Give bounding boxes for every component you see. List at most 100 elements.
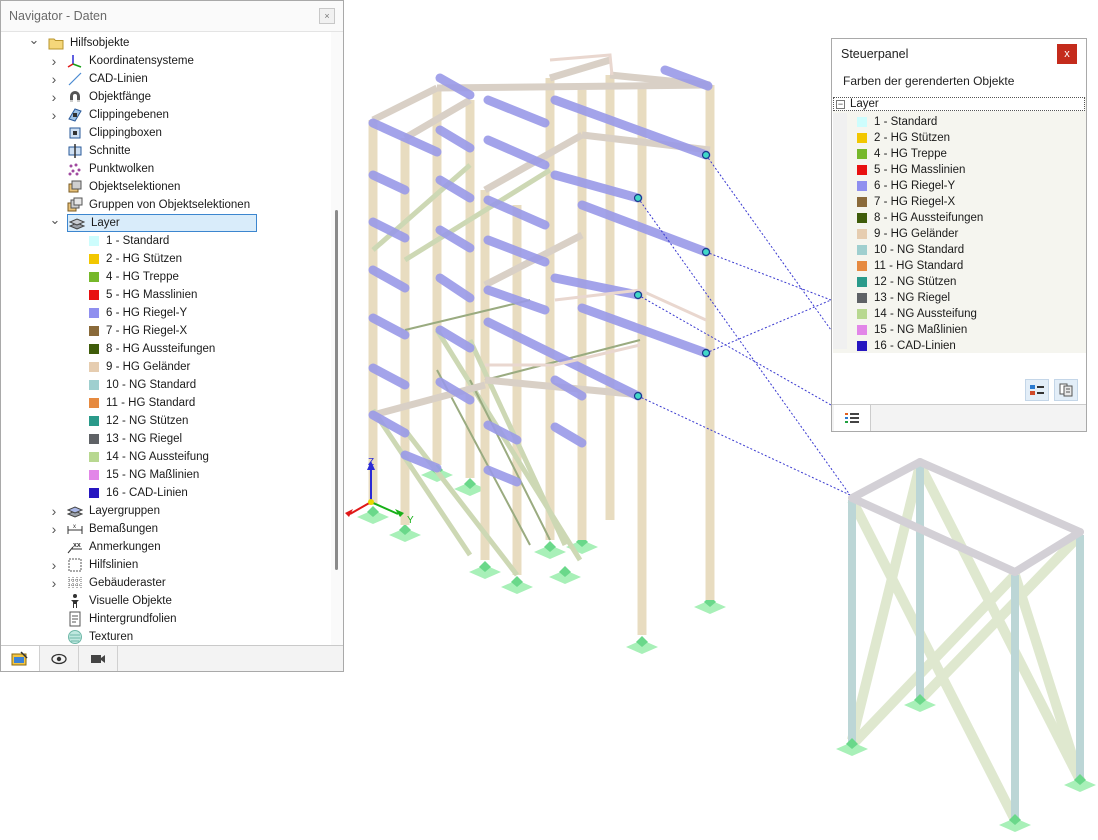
tab-legend[interactable] (834, 405, 871, 431)
legend-row: 12 - NG Stützen (857, 274, 956, 290)
dimension-icon: x (67, 521, 83, 537)
tree-item-layer-3[interactable]: 4 - HG Treppe (89, 268, 179, 286)
layer-color-swatch (89, 236, 99, 246)
tree-item-clipping-plane[interactable]: › Clippingebenen (52, 106, 169, 124)
layer-group-header[interactable]: − Layer (833, 97, 1085, 111)
tree-item-label: 16 - CAD-Linien (106, 487, 188, 499)
tree-item-building-grid[interactable]: › Gebäuderaster (52, 574, 166, 592)
point-cloud-icon (67, 161, 83, 177)
axis-z-label: Z (368, 457, 374, 468)
layer-color-swatch (89, 362, 99, 372)
legend-row: 15 - NG Maßlinien (857, 322, 967, 338)
tree-item-clipping-box[interactable]: Clippingboxen (67, 124, 162, 142)
tree-item-layer-11[interactable]: 12 - NG Stützen (89, 412, 188, 430)
layer-color-swatch (89, 488, 99, 498)
legend-row: 13 - NG Riegel (857, 290, 950, 306)
tree-item-layer-10[interactable]: 11 - HG Standard (89, 394, 195, 412)
control-panel-tab-bar (832, 404, 1086, 431)
tree-item-texture[interactable]: Texturen (67, 628, 133, 646)
chevron-right-icon[interactable]: › (48, 88, 60, 106)
tree-item-hilfsobjekte[interactable]: ⌄ Hilfsobjekte (29, 32, 129, 52)
cad-line-icon (67, 71, 83, 87)
collapse-icon[interactable]: − (836, 99, 845, 109)
tab-data[interactable] (1, 646, 40, 671)
legend-label: 16 - CAD-Linien (874, 340, 956, 352)
visual-object-icon (67, 593, 83, 609)
tree-item-object-selection[interactable]: Objektselektionen (67, 178, 180, 196)
chevron-right-icon[interactable]: › (48, 52, 60, 70)
navigator-close-button[interactable]: × (319, 8, 335, 24)
layer-color-swatch (89, 344, 99, 354)
tree-item-layer-9[interactable]: 10 - NG Standard (89, 376, 196, 394)
navigator-scrollbar[interactable] (331, 32, 343, 647)
tree-item-cad-line[interactable]: › CAD-Linien (52, 70, 148, 88)
eye-icon (51, 653, 67, 664)
tree-item-label: Anmerkungen (89, 541, 161, 553)
legend-label: 2 - HG Stützen (874, 132, 951, 144)
tree-item-layer-15[interactable]: 16 - CAD-Linien (89, 484, 188, 502)
tree-item-section[interactable]: Schnitte (67, 142, 131, 160)
tree-item-label: Objektfänge (89, 91, 152, 103)
data-tab-icon (11, 650, 28, 665)
tree-item-layer[interactable]: ⌄ Layer (50, 212, 257, 232)
tree-item-label: Objektselektionen (89, 181, 181, 193)
legend-color-swatch (857, 293, 867, 303)
legend-row: 8 - HG Aussteifungen (857, 210, 983, 226)
layer-icon (68, 215, 86, 231)
tree-item-layer-1[interactable]: 1 - Standard (89, 232, 169, 250)
tree-item-magnet[interactable]: › Objektfänge (52, 88, 152, 106)
navigator-tree: ⌄ Hilfsobjekte › Koordinatensysteme › CAD-Lin… (1, 32, 329, 647)
guide-line-icon (67, 557, 83, 573)
tree-item-layer-5[interactable]: 6 - HG Riegel-Y (89, 304, 187, 322)
layer-settings-button[interactable] (1025, 379, 1049, 401)
tree-item-visual-object[interactable]: Visuelle Objekte (67, 592, 172, 610)
dimension-lines (637, 154, 851, 496)
layer-color-swatch (89, 254, 99, 264)
chevron-down-icon[interactable]: ⌄ (28, 32, 40, 49)
legend-label: 8 - HG Aussteifungen (874, 212, 984, 224)
layer-color-swatch (89, 452, 99, 462)
tree-item-dimension[interactable]: › x Bemaßungen (52, 520, 158, 538)
tree-item-layer-6[interactable]: 7 - HG Riegel-X (89, 322, 187, 340)
legend-row: 1 - Standard (857, 114, 937, 130)
tree-item-layer-4[interactable]: 5 - HG Masslinien (89, 286, 197, 304)
tree-item-layer-13[interactable]: 14 - NG Aussteifung (89, 448, 209, 466)
chevron-right-icon[interactable]: › (48, 520, 60, 538)
tree-item-label: 12 - NG Stützen (106, 415, 189, 427)
svg-text:x: x (73, 524, 76, 530)
chevron-right-icon[interactable]: › (48, 502, 60, 520)
chevron-right-icon[interactable]: › (48, 556, 60, 574)
layer-color-swatch (89, 272, 99, 282)
tree-item-layer-12[interactable]: 13 - NG Riegel (89, 430, 182, 448)
tree-item-label: 10 - NG Standard (106, 379, 197, 391)
chevron-down-icon[interactable]: ⌄ (49, 211, 61, 229)
layer-copy-button[interactable] (1054, 379, 1078, 401)
control-panel-close-button[interactable]: x (1057, 44, 1077, 64)
folder-icon (48, 35, 64, 51)
tree-item-layer-group[interactable]: › Layergruppen (52, 502, 160, 520)
chevron-right-icon[interactable]: › (48, 106, 60, 124)
object-selection-icon (67, 179, 83, 195)
chevron-right-icon[interactable]: › (48, 574, 60, 592)
tree-item-layer-14[interactable]: 15 - NG Maßlinien (89, 466, 199, 484)
layer-group-label: Layer (850, 98, 879, 110)
legend-color-swatch (857, 213, 867, 223)
tree-item-selection-group[interactable]: Gruppen von Objektselektionen (67, 196, 250, 214)
tree-item-layer-8[interactable]: 9 - HG Geländer (89, 358, 190, 376)
tab-view[interactable] (40, 646, 79, 671)
tree-item-point-cloud[interactable]: Punktwolken (67, 160, 154, 178)
legend-label: 9 - HG Geländer (874, 228, 959, 240)
legend-row: 14 - NG Aussteifung (857, 306, 977, 322)
tab-camera[interactable] (79, 646, 118, 671)
tree-item-coordinate-system[interactable]: › Koordinatensysteme (52, 52, 194, 70)
legend-color-swatch (857, 133, 867, 143)
tree-item-background-layer[interactable]: Hintergrundfolien (67, 610, 177, 628)
navigator-scroll-thumb[interactable] (335, 210, 338, 570)
tree-item-layer-7[interactable]: 8 - HG Aussteifungen (89, 340, 215, 358)
tree-item-guide-line[interactable]: › Hilfslinien (52, 556, 139, 574)
tree-item-annotation[interactable]: xx Anmerkungen (67, 538, 161, 556)
legend-color-swatch (857, 117, 867, 127)
chevron-right-icon[interactable]: › (48, 70, 60, 88)
layer-group-icon (66, 503, 84, 519)
tree-item-layer-2[interactable]: 2 - HG Stützen (89, 250, 182, 268)
